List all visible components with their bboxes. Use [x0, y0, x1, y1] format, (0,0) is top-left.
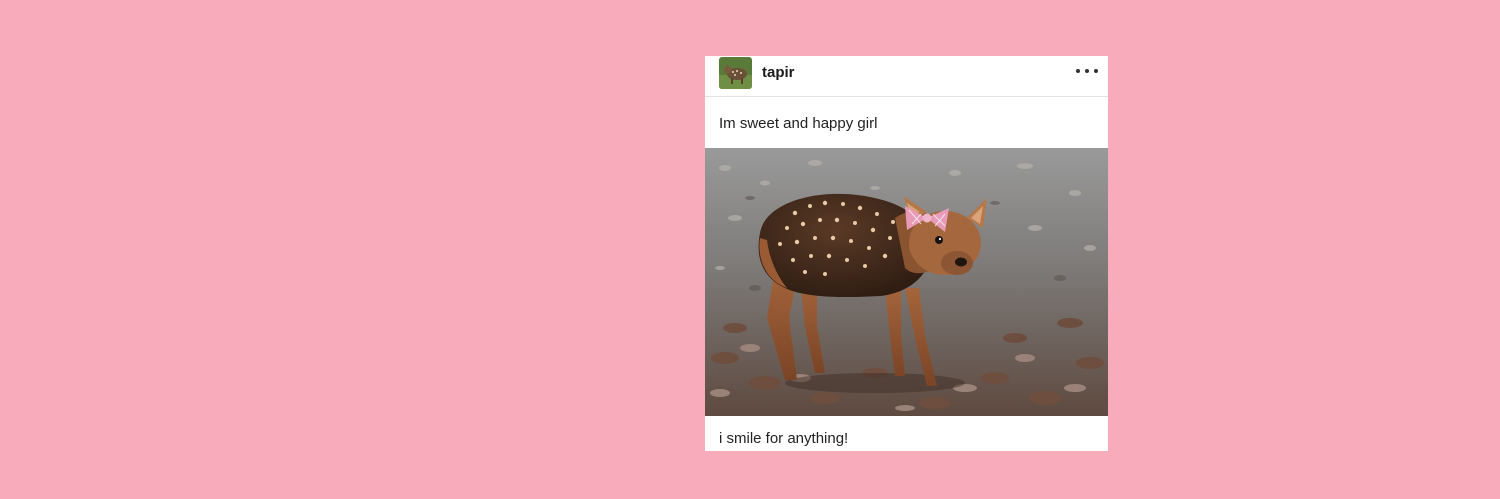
more-options-icon — [1085, 69, 1089, 73]
deer-avatar-icon — [719, 57, 752, 89]
post-photo — [705, 148, 1108, 416]
more-options-icon — [1076, 69, 1080, 73]
post-caption-top: Im sweet and happy girl — [719, 115, 878, 132]
avatar[interactable] — [719, 57, 752, 89]
pudu-deer-photo — [705, 148, 1108, 416]
username[interactable]: tapir — [762, 64, 795, 81]
post-card: tapir Im sweet and happy girl i smile fo… — [705, 56, 1108, 451]
post-caption-bottom: i smile for anything! — [719, 430, 849, 447]
post-header: tapir — [705, 56, 1108, 97]
more-options-button[interactable] — [1076, 64, 1098, 78]
more-options-icon — [1094, 69, 1098, 73]
